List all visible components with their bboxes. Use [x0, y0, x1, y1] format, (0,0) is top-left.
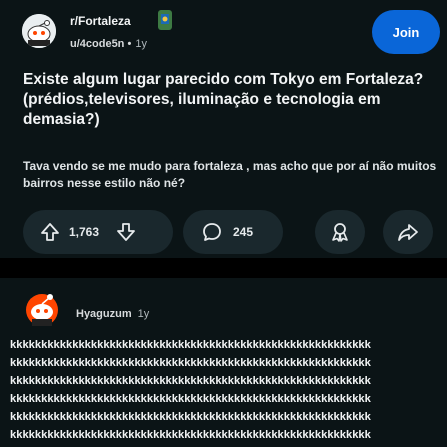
- award-icon: [329, 221, 351, 243]
- arrow-up-icon[interactable]: [39, 221, 61, 243]
- speech-bubble-icon: [201, 221, 223, 243]
- subreddit-flair-emblem-icon: [150, 10, 180, 30]
- comment-line: kkkkkkkkkkkkkkkkkkkkkkkkkkkkkkkkkkkkkkkk…: [10, 375, 371, 387]
- vote-control: 1,763: [23, 210, 173, 254]
- post-card: r/Fortaleza u/4code5n • 1y Join Existe al…: [0, 0, 447, 258]
- post-body: Tava vendo se me mudo para fortaleza , m…: [23, 159, 437, 190]
- comment-line: kkkkkkkkkkkkkkkkkkkkkkkkkkkkkkkkkkkkkkkk…: [10, 339, 371, 351]
- post-action-bar: 1,763 245: [23, 210, 433, 254]
- subreddit-name[interactable]: r/Fortaleza: [70, 14, 131, 28]
- comment-line: kkkkkkkkkkkkkkkkkkkkkkkkkkkkkkkkkkkkkkkk…: [10, 357, 371, 369]
- comment-count: 245: [233, 225, 254, 239]
- post-author[interactable]: u/4code5n: [70, 38, 124, 50]
- comment-line: kkkkkkkkkkkkkkkkkkkkkkkkkkkkkkkkkkkkkkkk…: [10, 429, 371, 441]
- comment-author-line: Hyaguzum 1y: [76, 308, 149, 320]
- share-button[interactable]: [383, 210, 433, 254]
- comment-line: kkkkkkkkkkkkkkkkkkkkkkkkkkkkkkkkkkkkkkkk…: [10, 411, 371, 423]
- comment-age: 1y: [137, 308, 150, 320]
- comment-card: Hyaguzum 1y kkkkkkkkkkkkkkkkkkkkkkkkkkkkk…: [0, 278, 447, 447]
- comment-author[interactable]: Hyaguzum: [76, 308, 132, 320]
- comments-button[interactable]: 245: [183, 210, 283, 254]
- post-author-line: u/4code5n • 1y: [70, 38, 147, 50]
- award-button[interactable]: [315, 210, 365, 254]
- comment-line: kkkkkkkkkkkkkkkkkkkkkkkkkkkkkkkkkkkkkkkk…: [10, 393, 371, 405]
- arrow-down-icon[interactable]: [115, 221, 137, 243]
- comment-author-avatar[interactable]: [22, 288, 62, 328]
- post-age: 1y: [135, 38, 147, 50]
- comment-body: kkkkkkkkkkkkkkkkkkkkkkkkkkkkkkkkkkkkkkkk…: [10, 336, 447, 444]
- post-title[interactable]: Existe algum lugar parecido com Tokyo em…: [23, 70, 428, 130]
- subreddit-avatar[interactable]: [22, 14, 56, 48]
- upvote-count: 1,763: [69, 225, 100, 239]
- join-button[interactable]: Join: [372, 10, 440, 54]
- share-arrow-icon: [397, 221, 419, 243]
